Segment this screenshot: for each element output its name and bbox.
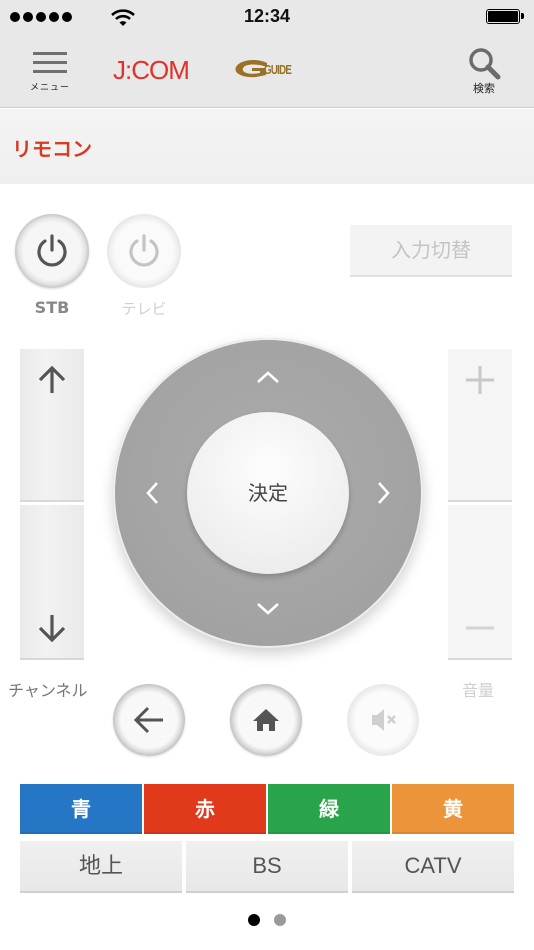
hamburger-menu-icon xyxy=(33,52,67,76)
arrow-up-icon xyxy=(38,365,66,393)
dpad-up-button[interactable] xyxy=(248,358,288,398)
dpad-left-button[interactable] xyxy=(133,473,173,513)
stb-power-label: STB xyxy=(34,298,70,317)
volume-up-button[interactable] xyxy=(448,349,512,502)
bs-button[interactable]: BS xyxy=(186,841,348,893)
volume-down-button[interactable] xyxy=(448,505,512,660)
status-bar: 12:34 xyxy=(0,0,534,36)
chevron-up-icon xyxy=(257,371,279,383)
back-button[interactable] xyxy=(113,684,185,756)
blue-button[interactable]: 青 xyxy=(20,784,142,834)
dpad-right-button[interactable] xyxy=(363,473,403,513)
channel-label: チャンネル xyxy=(8,681,88,700)
status-clock: 12:34 xyxy=(243,6,291,26)
catv-button[interactable]: CATV xyxy=(352,841,514,893)
page-title: リモコン xyxy=(12,137,92,161)
home-button[interactable] xyxy=(230,684,302,756)
input-switch-button[interactable]: 入力切替 xyxy=(350,225,512,277)
chevron-down-icon xyxy=(257,603,279,615)
menu-label: メニュー xyxy=(29,83,70,93)
tv-power-label: テレビ xyxy=(121,300,167,318)
magnifier-icon xyxy=(469,48,501,80)
top-bar: 12:34 メニュー J:COM GUIDE 検索 xyxy=(0,0,534,108)
page-title-bar: リモコン xyxy=(0,109,534,184)
channel-down-button[interactable] xyxy=(20,505,84,660)
minus-icon xyxy=(466,626,494,630)
broadcast-band-buttons: 地上 BS CATV xyxy=(20,841,514,893)
chevron-left-icon xyxy=(146,482,158,504)
search-button[interactable]: 検索 xyxy=(462,48,506,96)
volume-label: 音量 xyxy=(462,681,495,700)
yellow-button[interactable]: 黄 xyxy=(392,784,514,834)
red-button[interactable]: 赤 xyxy=(144,784,266,834)
page-dot-2[interactable] xyxy=(274,914,286,926)
menu-button[interactable]: メニュー xyxy=(24,50,76,96)
chevron-right-icon xyxy=(378,482,390,504)
channel-up-button[interactable] xyxy=(20,349,84,502)
power-icon xyxy=(37,234,67,267)
green-button[interactable]: 緑 xyxy=(268,784,390,834)
stb-power-button[interactable] xyxy=(15,214,89,288)
g-guide-logo: GUIDE xyxy=(234,59,304,83)
page-dot-1[interactable] xyxy=(248,914,260,926)
jcom-logo: J:COM xyxy=(113,55,190,85)
search-label: 検索 xyxy=(473,82,495,95)
page-indicator xyxy=(0,914,534,926)
direction-pad: 決定 xyxy=(113,338,423,648)
g-guide-text: GUIDE xyxy=(264,62,292,77)
mute-button[interactable] xyxy=(347,684,419,756)
tv-power-button[interactable] xyxy=(107,214,181,288)
dpad-down-button[interactable] xyxy=(248,588,288,628)
arrow-left-icon xyxy=(133,706,163,734)
terrestrial-button[interactable]: 地上 xyxy=(20,841,182,893)
home-icon xyxy=(253,709,279,731)
g-guide-g-icon xyxy=(235,59,267,78)
plus-icon xyxy=(466,366,494,394)
battery-full-icon xyxy=(486,9,524,24)
power-icon xyxy=(129,234,159,267)
arrow-down-icon xyxy=(38,615,66,643)
ok-button[interactable]: 決定 xyxy=(187,412,349,574)
mute-icon xyxy=(372,709,396,731)
color-buttons: 青 赤 緑 黄 xyxy=(20,784,514,834)
